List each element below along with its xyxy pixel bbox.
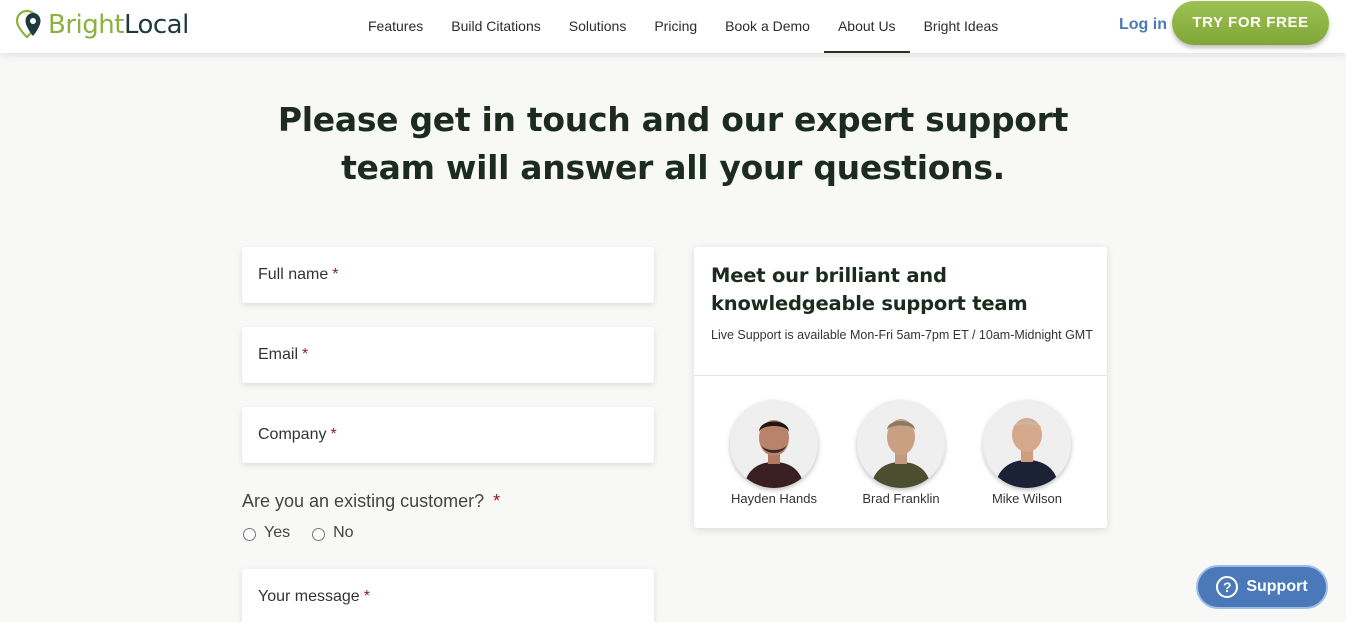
- team-member-name: Mike Wilson: [991, 491, 1063, 506]
- email-field[interactable]: Email *: [242, 327, 654, 383]
- support-team-title: Meet our brilliant and knowledgeable sup…: [711, 264, 1028, 315]
- required-mark: *: [332, 266, 339, 283]
- radio-yes-button[interactable]: [243, 527, 256, 541]
- page-title-line-1: Please get in touch and our expert suppo…: [277, 100, 1069, 139]
- existing-customer-question-text: Are you an existing customer?: [242, 491, 485, 511]
- support-team-card: Meet our brilliant and knowledgeable sup…: [694, 247, 1107, 528]
- nav-about-us[interactable]: About Us: [823, 0, 910, 53]
- avatar-brad-franklin: [857, 400, 945, 488]
- nav-build-citations[interactable]: Build Citations: [437, 0, 555, 53]
- map-pin-logo-icon: [15, 9, 41, 39]
- page-title-line-2: team will answer all your questions.: [341, 148, 1005, 187]
- company-label: Company: [258, 426, 327, 443]
- support-chat-button[interactable]: ? Support: [1196, 565, 1328, 609]
- required-mark: *: [302, 346, 309, 363]
- radio-no-button[interactable]: [312, 527, 326, 541]
- team-member-name: Brad Franklin: [862, 491, 940, 506]
- nav-bright-ideas[interactable]: Bright Ideas: [910, 0, 1013, 53]
- company-field[interactable]: Company *: [242, 407, 654, 463]
- existing-customer-question: Are you an existing customer? *: [242, 491, 500, 512]
- required-mark: *: [363, 588, 370, 605]
- required-mark: *: [493, 491, 501, 511]
- full-name-field[interactable]: Full name *: [242, 247, 654, 303]
- team-member: Brad Franklin: [846, 400, 956, 506]
- avatar-hayden-hands: [730, 400, 818, 488]
- site-header: BrightLocal Features Build Citations Sol…: [0, 0, 1346, 53]
- radio-yes-label: Yes: [264, 524, 291, 541]
- team-member: Mike Wilson: [972, 400, 1082, 506]
- message-label: Your message: [258, 588, 360, 605]
- full-name-label: Full name: [258, 266, 329, 283]
- support-hours-text: Live Support is available Mon-Fri 5am-7p…: [711, 328, 1093, 342]
- radio-no[interactable]: No: [312, 524, 354, 542]
- team-member: Hayden Hands: [719, 400, 829, 506]
- brightlocal-logo[interactable]: BrightLocal: [15, 9, 189, 41]
- existing-customer-radio-group: Yes No: [243, 524, 376, 542]
- radio-yes[interactable]: Yes: [243, 524, 290, 542]
- nav-features[interactable]: Features: [354, 0, 437, 53]
- nav-book-a-demo[interactable]: Book a Demo: [711, 0, 824, 53]
- question-icon: ?: [1216, 576, 1239, 598]
- logo-text-local: Local: [123, 10, 189, 40]
- required-mark: *: [330, 426, 337, 443]
- team-member-name: Hayden Hands: [731, 491, 817, 506]
- card-divider: [694, 375, 1107, 376]
- nav-pricing[interactable]: Pricing: [640, 0, 711, 53]
- logo-text-bright: Bright: [48, 10, 124, 40]
- try-for-free-button[interactable]: TRY FOR FREE: [1172, 1, 1329, 45]
- support-button-label: Support: [1246, 578, 1308, 595]
- radio-no-label: No: [333, 524, 354, 541]
- avatar-mike-wilson: [983, 400, 1071, 488]
- main-nav: Features Build Citations Solutions Prici…: [354, 0, 1012, 53]
- page-title: Please get in touch and our expert suppo…: [250, 96, 1096, 192]
- email-label: Email: [258, 346, 299, 363]
- login-link[interactable]: Log in: [1119, 16, 1167, 34]
- nav-solutions[interactable]: Solutions: [555, 0, 641, 53]
- message-field[interactable]: Your message *: [242, 569, 654, 622]
